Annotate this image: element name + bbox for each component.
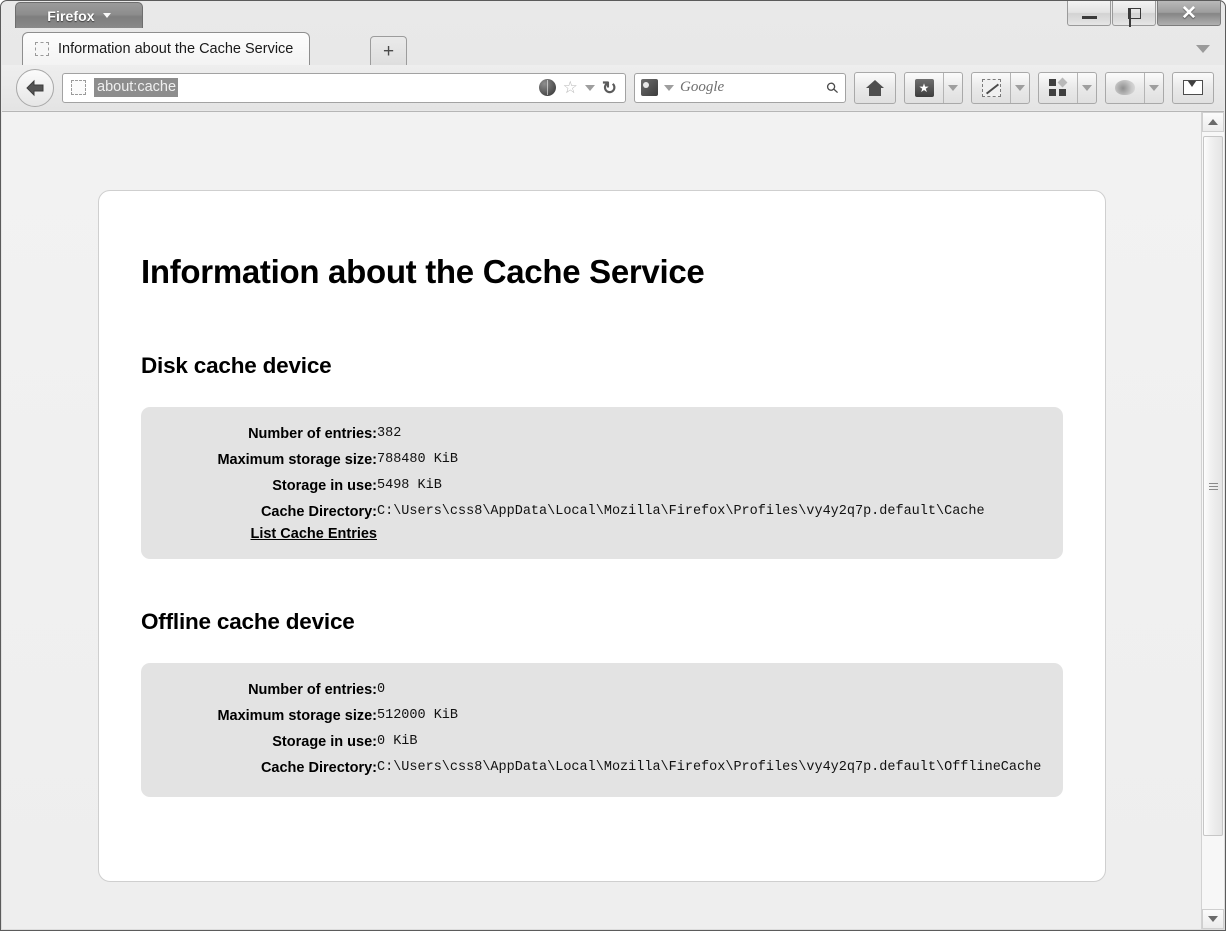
snip-tool-button[interactable] — [971, 71, 1030, 104]
page-identity-icon — [71, 80, 86, 95]
globe-icon[interactable] — [538, 79, 556, 96]
scissors-select-icon — [981, 78, 1001, 97]
section-disk-cache: Disk cache device Number of entries: 382… — [141, 353, 1063, 559]
weather-button[interactable] — [1105, 71, 1164, 104]
reload-icon[interactable]: ↻ — [602, 79, 617, 97]
row-value: 382 — [377, 426, 402, 441]
chevron-down-icon — [1208, 916, 1218, 922]
firefox-app-menu-button[interactable]: Firefox — [15, 2, 143, 28]
home-button[interactable] — [854, 71, 896, 104]
bookmarks-button[interactable]: ★ — [904, 71, 963, 104]
chevron-down-icon — [102, 13, 111, 18]
page-content: Information about the Cache Service Disk… — [2, 112, 1201, 929]
navigation-toolbar: about:cache ☆ ↻ Google ⚲ ★ — [2, 65, 1224, 110]
row-label: Maximum storage size: — [217, 452, 377, 468]
chevron-down-icon[interactable] — [1145, 73, 1163, 103]
section-offline-cache: Offline cache device Number of entries: … — [141, 609, 1063, 797]
back-button[interactable] — [16, 68, 54, 107]
chevron-down-icon[interactable] — [1011, 73, 1029, 103]
grid-squares-icon — [1049, 77, 1068, 96]
envelope-icon — [1183, 80, 1203, 95]
row-label: Cache Directory: — [260, 760, 377, 776]
apps-grid-button[interactable] — [1038, 71, 1097, 104]
row-value: 0 KiB — [377, 734, 418, 749]
page-title: Information about the Cache Service — [141, 253, 705, 290]
row-value: 0 — [377, 682, 386, 697]
cloud-icon — [1115, 80, 1135, 95]
row-value: 5498 KiB — [377, 478, 442, 493]
maximize-icon — [1127, 7, 1141, 27]
tab-title: Information about the Cache Service — [58, 41, 294, 57]
url-bar-actions: ☆ ↻ — [538, 79, 619, 97]
close-button[interactable]: ✕ — [1157, 1, 1221, 26]
tab-cache-service[interactable]: Information about the Cache Service — [22, 32, 311, 65]
grip-icon — [1208, 482, 1218, 490]
cache-info-card: Information about the Cache Service Disk… — [98, 190, 1106, 882]
title-bar: Firefox ✕ — [1, 1, 1225, 31]
back-arrow-icon — [26, 79, 44, 96]
row-value: 512000 KiB — [377, 708, 459, 723]
row-label: Maximum storage size: — [217, 708, 377, 724]
table-row: List Cache Entries — [159, 525, 1045, 543]
table-row: Storage in use: 0 KiB — [159, 729, 1045, 755]
table-row: Cache Directory: C:\Users\css8\AppData\L… — [159, 755, 1045, 781]
disk-cache-table: Number of entries: 382 Maximum storage s… — [159, 421, 1045, 543]
app-menu-label: Firefox — [47, 7, 95, 24]
scroll-up-button[interactable] — [1202, 112, 1224, 132]
list-cache-entries-link[interactable]: List Cache Entries — [250, 526, 377, 542]
table-row: Maximum storage size: 512000 KiB — [159, 703, 1045, 729]
disk-cache-info-box: Number of entries: 382 Maximum storage s… — [141, 407, 1063, 559]
chevron-down-icon[interactable] — [944, 73, 962, 103]
row-label: Number of entries: — [248, 426, 377, 442]
new-tab-button[interactable]: + — [370, 36, 407, 65]
row-label: Cache Directory: — [260, 504, 377, 520]
minimize-icon — [1081, 8, 1097, 19]
content-viewport: Information about the Cache Service Disk… — [2, 111, 1224, 929]
tab-list-chevron-icon[interactable] — [1196, 45, 1210, 53]
offline-cache-table: Number of entries: 0 Maximum storage siz… — [159, 677, 1045, 781]
row-label: Number of entries: — [248, 682, 377, 698]
window-controls: ✕ — [1066, 1, 1221, 27]
mail-button[interactable] — [1172, 71, 1214, 104]
bookmark-star-icon[interactable]: ☆ — [563, 79, 578, 96]
search-icon[interactable]: ⚲ — [822, 77, 843, 98]
scroll-down-button[interactable] — [1202, 909, 1224, 929]
chevron-down-icon[interactable] — [1078, 73, 1096, 103]
row-value: C:\Users\css8\AppData\Local\Mozilla\Fire… — [377, 760, 1042, 775]
row-label: Storage in use: — [272, 478, 377, 494]
maximize-button[interactable] — [1112, 1, 1156, 27]
offline-cache-info-box: Number of entries: 0 Maximum storage siz… — [141, 663, 1063, 797]
chevron-up-icon — [1208, 119, 1218, 125]
section-heading: Offline cache device — [141, 609, 355, 634]
chevron-down-icon[interactable] — [584, 84, 595, 91]
row-value: 788480 KiB — [377, 452, 459, 467]
scrollbar-thumb[interactable] — [1203, 136, 1223, 836]
favicon-placeholder-icon — [35, 42, 49, 56]
vertical-scrollbar[interactable] — [1201, 112, 1224, 929]
google-icon[interactable] — [641, 79, 658, 96]
row-value: C:\Users\css8\AppData\Local\Mozilla\Fire… — [377, 504, 985, 519]
table-row: Cache Directory: C:\Users\css8\AppData\L… — [159, 499, 1045, 525]
tab-strip: Information about the Cache Service + — [2, 31, 1224, 65]
table-row: Storage in use: 5498 KiB — [159, 473, 1045, 499]
url-input[interactable]: about:cache — [94, 78, 179, 97]
bookmark-star-icon: ★ — [914, 78, 934, 97]
table-row: Number of entries: 0 — [159, 677, 1045, 703]
url-bar[interactable]: about:cache ☆ ↻ — [62, 72, 626, 103]
minimize-button[interactable] — [1067, 1, 1111, 26]
close-icon: ✕ — [1181, 2, 1197, 24]
search-bar[interactable]: Google ⚲ — [634, 72, 846, 103]
table-row: Number of entries: 382 — [159, 421, 1045, 447]
home-icon — [866, 79, 884, 96]
row-label: Storage in use: — [272, 734, 377, 750]
browser-window: Firefox ✕ Information about the Cache Se… — [0, 0, 1226, 931]
scrollbar-track[interactable] — [1202, 132, 1224, 909]
search-input[interactable]: Google — [680, 79, 821, 96]
chevron-down-icon[interactable] — [664, 84, 674, 91]
section-heading: Disk cache device — [141, 353, 332, 378]
table-row: Maximum storage size: 788480 KiB — [159, 447, 1045, 473]
